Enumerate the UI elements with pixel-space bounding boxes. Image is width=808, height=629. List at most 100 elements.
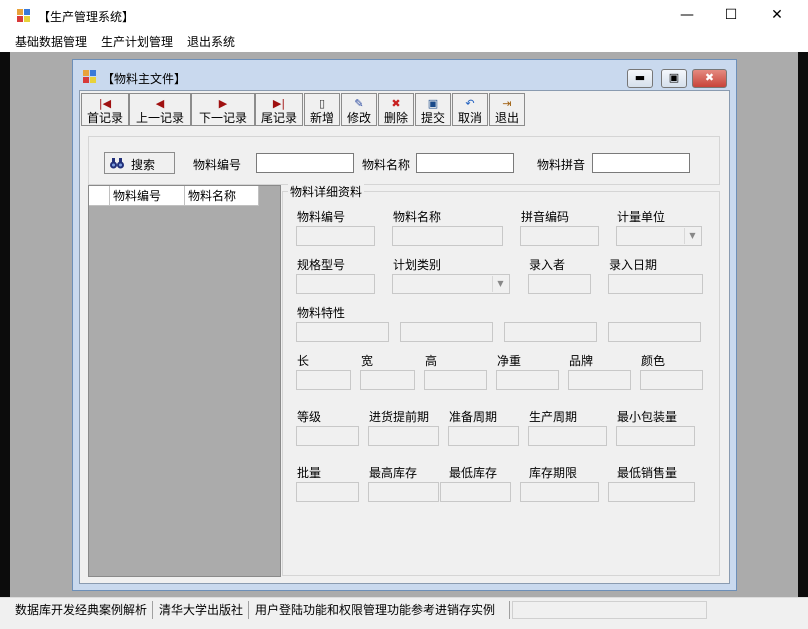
field-brand-label: 品牌 <box>569 354 594 368</box>
field-height-label: 高 <box>425 354 438 368</box>
field-unit-label: 计量单位 <box>617 210 666 224</box>
grid-header-name[interactable]: 物料名称 <box>185 186 259 206</box>
field-color-label: 颜色 <box>641 354 666 368</box>
first-record-label: 首记录 <box>86 111 123 125</box>
field-plan-type-select[interactable]: ▼ <box>392 274 510 294</box>
minimize-button[interactable]: — <box>664 0 710 31</box>
menu-exit-system[interactable]: 退出系统 <box>187 33 235 50</box>
field-max-stock-label: 最高库存 <box>369 466 418 480</box>
menu-production-plan[interactable]: 生产计划管理 <box>101 33 173 50</box>
next-record-icon: ▶ <box>218 97 228 110</box>
new-label: 新增 <box>309 111 334 125</box>
field-entered-by-input[interactable] <box>528 274 591 294</box>
material-grid[interactable] <box>88 185 281 577</box>
field-name-input[interactable] <box>392 226 503 246</box>
field-pinyin-input[interactable] <box>520 226 599 246</box>
field-code-input[interactable] <box>296 226 375 246</box>
prev-record-button[interactable]: ◀ 上一记录 <box>129 93 191 126</box>
child-close-button[interactable]: ✖ <box>692 69 727 88</box>
search-button[interactable]: 搜索 <box>104 152 175 174</box>
exit-door-icon: ⇥ <box>502 97 512 110</box>
field-length-input[interactable] <box>296 370 351 390</box>
delete-button[interactable]: ✖ 删除 <box>378 93 414 126</box>
submit-button[interactable]: ▣ 提交 <box>415 93 451 126</box>
field-property-input-1[interactable] <box>296 322 389 342</box>
child-minimize-button[interactable]: ▬ <box>627 69 653 88</box>
field-min-pack-input[interactable] <box>616 426 695 446</box>
next-record-button[interactable]: ▶ 下一记录 <box>191 93 255 126</box>
field-brand-input[interactable] <box>568 370 631 390</box>
save-disk-icon: ▣ <box>427 97 439 110</box>
exit-button[interactable]: ⇥ 退出 <box>489 93 525 126</box>
field-purchase-lead-label: 进货提前期 <box>369 410 430 424</box>
field-min-sales-input[interactable] <box>608 482 695 502</box>
menu-basic-data[interactable]: 基础数据管理 <box>15 33 87 50</box>
edit-button[interactable]: ✎ 修改 <box>341 93 377 126</box>
status-segment-empty <box>512 601 707 619</box>
field-batch-label: 批量 <box>297 466 322 480</box>
child-maximize-button[interactable]: ▣ <box>661 69 687 88</box>
field-production-cycle-input[interactable] <box>528 426 607 446</box>
field-plan-type-label: 计划类别 <box>393 258 442 272</box>
search-name-input[interactable] <box>416 153 514 173</box>
field-property-input-4[interactable] <box>608 322 701 342</box>
prev-record-icon: ◀ <box>155 97 165 110</box>
binoculars-icon <box>109 155 125 171</box>
field-prep-cycle-input[interactable] <box>448 426 519 446</box>
field-min-stock-input[interactable] <box>440 482 511 502</box>
field-purchase-lead-input[interactable] <box>368 426 439 446</box>
field-property-input-3[interactable] <box>504 322 597 342</box>
field-grade-input[interactable] <box>296 426 359 446</box>
field-pinyin-label: 拼音编码 <box>521 210 570 224</box>
submit-label: 提交 <box>420 111 445 125</box>
field-width-input[interactable] <box>360 370 415 390</box>
new-button[interactable]: ▯ 新增 <box>304 93 340 126</box>
close-icon: ✖ <box>704 71 715 84</box>
maximize-button[interactable]: ☐ <box>708 0 754 31</box>
field-code-label: 物料编号 <box>297 210 346 224</box>
chevron-down-icon: ▼ <box>684 228 700 244</box>
field-max-stock-input[interactable] <box>368 482 439 502</box>
field-net-weight-input[interactable] <box>496 370 559 390</box>
field-stock-limit-label: 库存期限 <box>529 466 578 480</box>
field-grade-label: 等级 <box>297 410 322 424</box>
field-min-stock-label: 最低库存 <box>449 466 498 480</box>
chevron-down-icon: ▼ <box>492 276 508 292</box>
field-length-label: 长 <box>297 354 310 368</box>
field-entered-date-input[interactable] <box>608 274 703 294</box>
delete-icon: ✖ <box>391 97 401 110</box>
maximize-icon: ▣ <box>668 71 680 84</box>
field-property-label: 物料特性 <box>297 306 346 320</box>
first-record-button[interactable]: |◀ 首记录 <box>81 93 129 126</box>
new-document-icon: ▯ <box>318 97 326 110</box>
search-code-label: 物料编号 <box>193 158 242 172</box>
field-batch-input[interactable] <box>296 482 359 502</box>
field-unit-select[interactable]: ▼ <box>616 226 702 246</box>
close-button[interactable]: ✕ <box>754 0 800 31</box>
grid-header-code[interactable]: 物料编号 <box>110 186 185 206</box>
background-window-right <box>798 52 808 597</box>
field-height-input[interactable] <box>424 370 487 390</box>
cancel-button[interactable]: ↶ 取消 <box>452 93 488 126</box>
child-window-title: 【物料主文件】 <box>102 72 187 86</box>
field-prep-cycle-label: 准备周期 <box>449 410 498 424</box>
field-stock-limit-input[interactable] <box>520 482 599 502</box>
field-spec-label: 规格型号 <box>297 258 346 272</box>
field-color-input[interactable] <box>640 370 703 390</box>
status-segment-publisher: 清华大学出版社 <box>159 603 244 617</box>
edit-label: 修改 <box>346 111 371 125</box>
status-separator <box>509 601 510 619</box>
field-property-input-2[interactable] <box>400 322 493 342</box>
search-code-input[interactable] <box>256 153 354 173</box>
last-record-button[interactable]: ▶| 尾记录 <box>255 93 303 126</box>
field-spec-input[interactable] <box>296 274 375 294</box>
search-pinyin-input[interactable] <box>592 153 690 173</box>
status-segment-note: 用户登陆功能和权限管理功能参考进销存实例 <box>255 603 496 617</box>
last-record-label: 尾记录 <box>260 111 297 125</box>
search-button-label: 搜索 <box>131 158 156 172</box>
status-separator <box>152 601 153 619</box>
cancel-label: 取消 <box>457 111 482 125</box>
edit-icon: ✎ <box>354 97 364 110</box>
exit-label: 退出 <box>494 111 519 125</box>
status-separator <box>248 601 249 619</box>
